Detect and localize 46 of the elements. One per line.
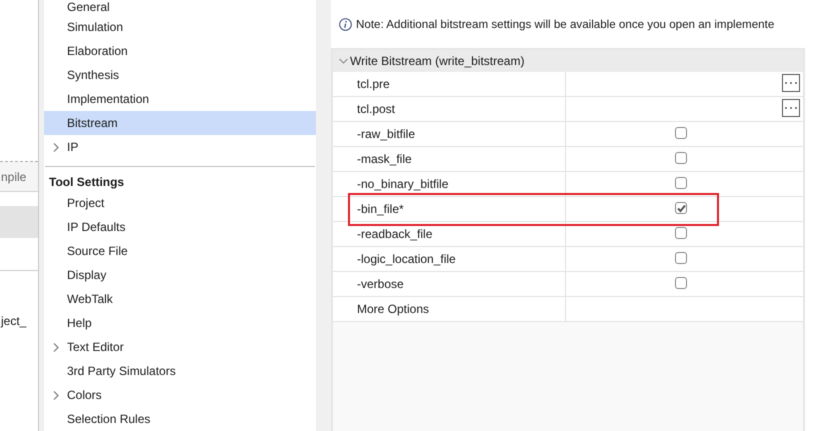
property-name: -verbose: [333, 272, 566, 296]
info-icon: [339, 18, 352, 30]
nav-item[interactable]: WebTalk: [44, 287, 316, 311]
nav-item[interactable]: Project: [44, 191, 316, 215]
chevron-icon[interactable]: [339, 58, 348, 64]
section-heading: Tool Settings: [48, 174, 124, 191]
tree-item-label: ject_: [1, 314, 26, 328]
browse-button[interactable]: [782, 99, 800, 117]
nav-item[interactable]: Bitstream: [44, 111, 316, 135]
property-name: -no_binary_bitfile: [333, 172, 566, 196]
nav-item[interactable]: Text Editor: [44, 335, 316, 359]
property-name: tcl.pre: [333, 72, 566, 96]
property-name: -readback_file: [333, 222, 566, 246]
nav-item[interactable]: IP Defaults: [44, 215, 316, 239]
nav-item[interactable]: 3rd Party Simulators: [44, 359, 316, 383]
note-text: Note: Additional bitstream settings will be available once you open an implemente: [356, 18, 774, 30]
browse-button[interactable]: [782, 74, 800, 92]
property-name: -logic_location_file: [333, 247, 566, 271]
checkbox[interactable]: [675, 277, 687, 289]
checkbox[interactable]: [675, 177, 687, 189]
checkbox[interactable]: [675, 152, 687, 164]
property-name: tcl.post: [333, 97, 566, 121]
nav-item[interactable]: Elaboration: [44, 39, 316, 63]
group-header[interactable]: Write Bitstream (write_bitstream): [333, 48, 803, 72]
property-name: More Options: [333, 297, 566, 321]
property-name: -bin_file*: [333, 197, 566, 221]
checkbox[interactable]: [675, 252, 687, 264]
chevron-icon[interactable]: [53, 343, 59, 352]
chevron-icon[interactable]: [53, 391, 59, 400]
property-name: -raw_bitfile: [333, 122, 566, 146]
nav-item[interactable]: Help: [44, 311, 316, 335]
chevron-icon[interactable]: [53, 143, 59, 152]
nav-item[interactable]: Implementation: [44, 87, 316, 111]
nav-item[interactable]: Display: [44, 263, 316, 287]
nav-item[interactable]: Source File: [44, 239, 316, 263]
checkbox[interactable]: [675, 227, 687, 239]
nav-item[interactable]: Synthesis: [44, 63, 316, 87]
property-name: -mask_file: [333, 147, 566, 171]
nav-item[interactable]: IP: [44, 135, 316, 159]
selected-row-background: [0, 206, 38, 238]
nav-item[interactable]: Colors: [44, 383, 316, 407]
checkbox[interactable]: [675, 202, 687, 214]
nav-item[interactable]: Selection Rules: [44, 407, 316, 431]
nav-item[interactable]: General: [44, 0, 316, 15]
checkbox[interactable]: [675, 127, 687, 139]
nav-item[interactable]: Simulation: [44, 15, 316, 39]
